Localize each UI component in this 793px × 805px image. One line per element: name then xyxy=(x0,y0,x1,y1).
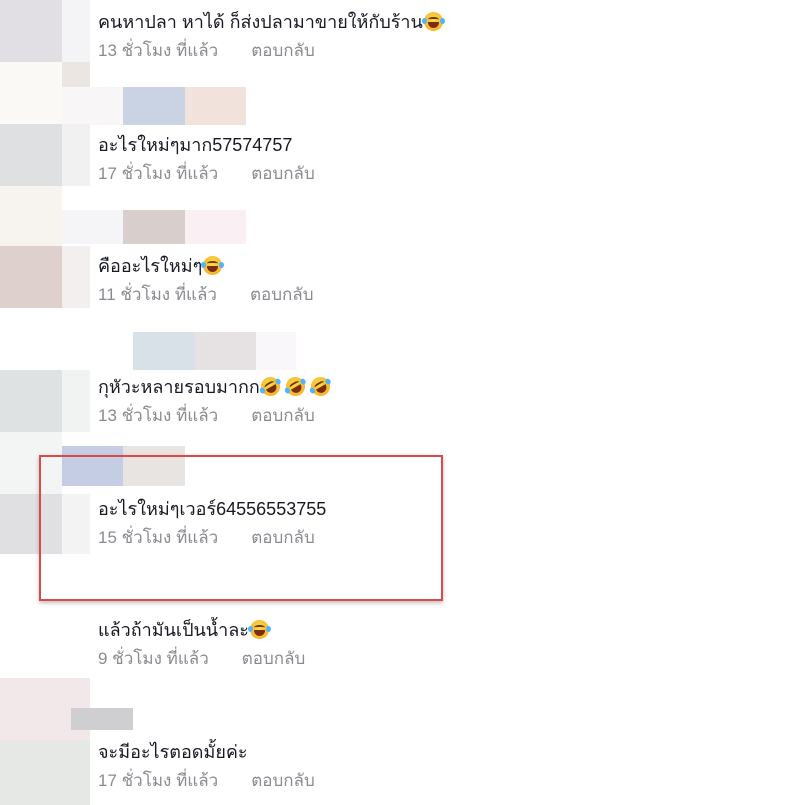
redacted-username xyxy=(123,210,185,244)
face-with-tears-of-joy-icon xyxy=(421,12,445,31)
redacted-username xyxy=(185,210,246,244)
reply-button[interactable]: ตอบกลับ xyxy=(251,770,315,792)
face-with-tears-of-joy-icon xyxy=(247,620,271,639)
reply-button[interactable]: ตอบกลับ xyxy=(251,405,315,427)
comment-text: อะไรใหม่ๆมาก57574757 xyxy=(98,135,293,155)
reply-button[interactable]: ตอบกลับ xyxy=(242,648,306,670)
comment-time: 17 ชั่วโมง ที่แล้ว xyxy=(98,164,219,183)
redacted-username xyxy=(185,87,246,125)
reply-button[interactable]: ตอบกลับ xyxy=(251,40,315,62)
avatar[interactable] xyxy=(0,740,90,805)
avatar[interactable] xyxy=(0,246,62,308)
reply-button[interactable]: ตอบกลับ xyxy=(251,163,315,185)
redacted-username xyxy=(123,87,185,125)
redacted-username xyxy=(62,87,123,125)
rolling-on-floor-laughing-icon xyxy=(282,373,309,400)
comment-time: 13 ชั่วโมง ที่แล้ว xyxy=(98,41,219,60)
avatar-blur xyxy=(62,124,90,186)
avatar[interactable] xyxy=(0,124,62,186)
reply-button[interactable]: ตอบกลับ xyxy=(250,284,314,306)
comment-text: คนหาปลา หาได้ ก็ส่งปลามาขายให้กับร้าน xyxy=(98,12,423,32)
comment-time: 13 ชั่วโมง ที่แล้ว xyxy=(98,406,219,425)
rolling-on-floor-laughing-icon xyxy=(257,373,284,400)
avatar[interactable] xyxy=(0,370,62,432)
comment-time: 11 ชั่วโมง ที่แล้ว xyxy=(98,285,217,304)
redacted-username xyxy=(195,332,256,370)
avatar-blur xyxy=(62,0,90,62)
redacted-block xyxy=(62,62,90,87)
avatar[interactable] xyxy=(0,0,62,62)
redacted-username xyxy=(62,210,123,244)
comment-text: กุหัวะหลายรอบมากก xyxy=(98,377,260,397)
rolling-on-floor-laughing-icon xyxy=(307,373,334,400)
face-with-tears-of-joy-icon xyxy=(201,256,225,275)
redacted-username xyxy=(256,332,296,370)
redacted-username xyxy=(133,332,195,370)
comment-time: 17 ชั่วโมง ที่แล้ว xyxy=(98,771,219,790)
redacted-block xyxy=(0,62,62,124)
redacted-username xyxy=(71,708,133,730)
comment-text: แล้วถ้ามันเป็นน้ำละ xyxy=(98,620,249,640)
avatar-blur xyxy=(62,370,90,432)
comment-time: 9 ชั่วโมง ที่แล้ว xyxy=(98,649,209,668)
comment-text: จะมีอะไรตอดมั้ยค่ะ xyxy=(98,742,248,762)
highlight-box xyxy=(39,455,443,601)
comment-text: คืออะไรใหม่ๆ xyxy=(98,256,203,276)
avatar-blur xyxy=(62,246,90,308)
redacted-block xyxy=(0,186,62,246)
